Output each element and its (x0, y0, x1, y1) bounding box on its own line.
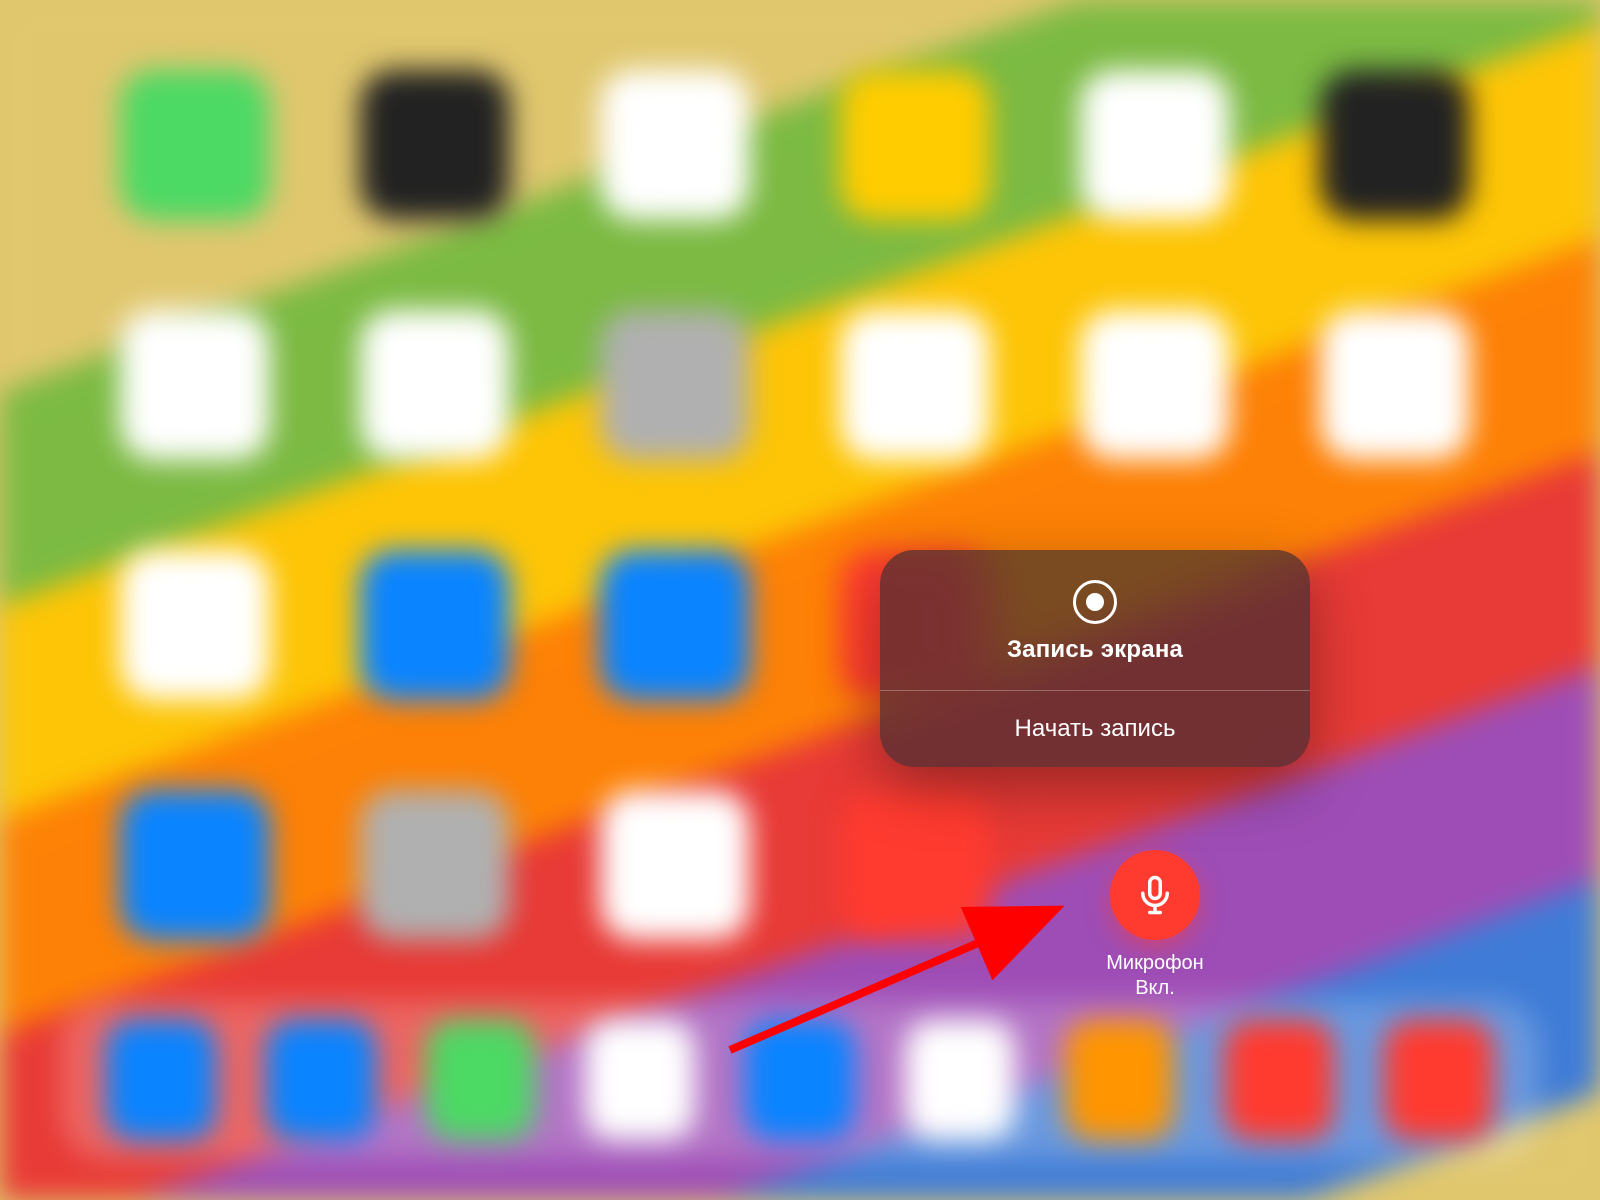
app-icon (1320, 310, 1470, 460)
dock-app-icon (1224, 1020, 1334, 1140)
dock-app-icon (266, 1020, 376, 1140)
microphone-state: Вкл. (1055, 977, 1255, 1000)
dock-app-icon (905, 1020, 1015, 1140)
app-icon (600, 70, 750, 220)
start-recording-button[interactable]: Начать запись (880, 691, 1310, 767)
app-icon (600, 310, 750, 460)
dock-app-icon (1065, 1020, 1175, 1140)
app-icon (840, 790, 990, 940)
app-icon (360, 310, 510, 460)
app-icon (840, 310, 990, 460)
app-icon (120, 550, 270, 700)
microphone-label: Микрофон (1055, 952, 1255, 975)
dock (60, 1000, 1540, 1160)
app-icon (360, 70, 510, 220)
app-icon (840, 70, 990, 220)
dock-app-icon (426, 1020, 536, 1140)
app-icon (360, 550, 510, 700)
app-icon (120, 790, 270, 940)
home-screen-app-grid (120, 70, 1480, 940)
dock-app-icon (585, 1020, 695, 1140)
app-icon (360, 790, 510, 940)
app-icon (1080, 70, 1230, 220)
screen-recording-panel: Запись экрана Начать запись (880, 550, 1310, 767)
app-icon (600, 550, 750, 700)
microphone-toggle[interactable]: Микрофон Вкл. (1055, 850, 1255, 1000)
app-icon (120, 310, 270, 460)
dock-app-icon (106, 1020, 216, 1140)
record-icon (1073, 580, 1117, 624)
app-icon (120, 70, 270, 220)
app-icon (1320, 70, 1470, 220)
dock-app-icon (1384, 1020, 1494, 1140)
app-icon (600, 790, 750, 940)
microphone-icon (1110, 850, 1200, 940)
app-icon (1080, 310, 1230, 460)
screen-recording-title: Запись экрана (900, 636, 1290, 664)
dock-app-icon (745, 1020, 855, 1140)
